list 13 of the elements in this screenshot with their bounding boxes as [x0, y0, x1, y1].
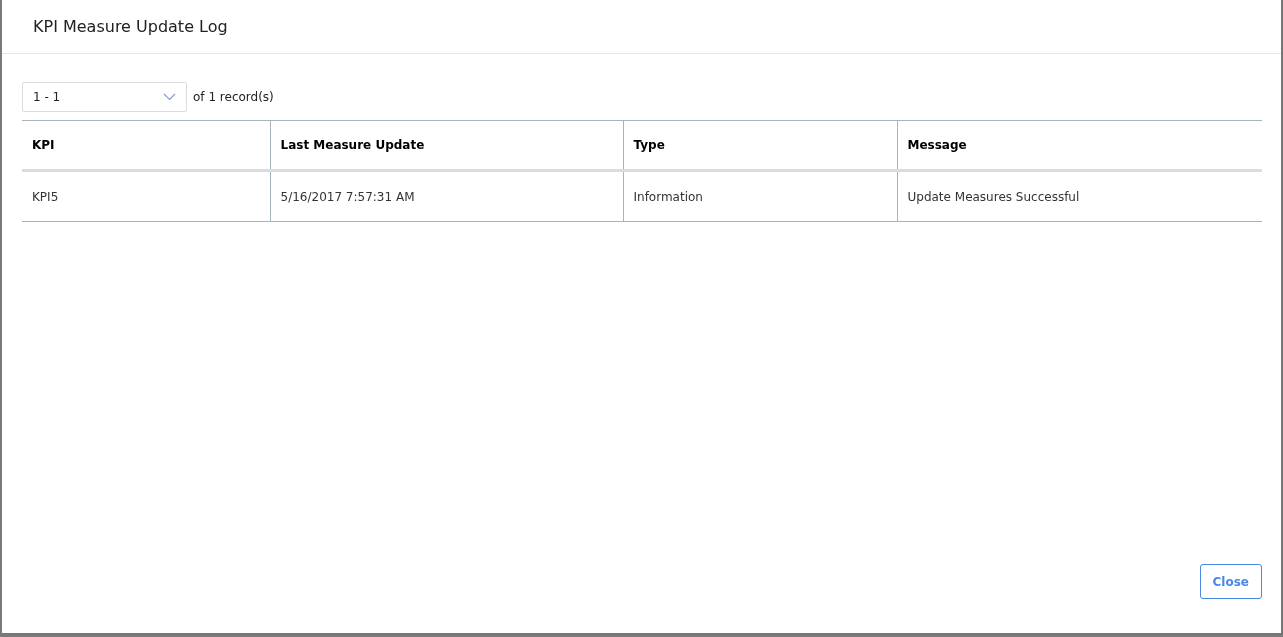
column-header: Last Measure Update [270, 120, 623, 171]
table-cell: Update Measures Successful [897, 170, 1262, 222]
chevron-down-icon [163, 93, 176, 101]
table-cell: KPI5 [22, 170, 270, 222]
column-header: Type [623, 120, 897, 171]
column-header: KPI [22, 120, 270, 171]
record-count: of 1 record(s) [193, 90, 274, 104]
table-cell: Information [623, 170, 897, 222]
close-button[interactable]: Close [1199, 564, 1262, 599]
dialog-title: KPI Measure Update Log [33, 17, 228, 36]
table-cell: 5/16/2017 7:57:31 AM [270, 170, 623, 222]
column-header: Message [897, 120, 1262, 171]
page-range-select[interactable]: 1 - 1 [22, 82, 187, 112]
